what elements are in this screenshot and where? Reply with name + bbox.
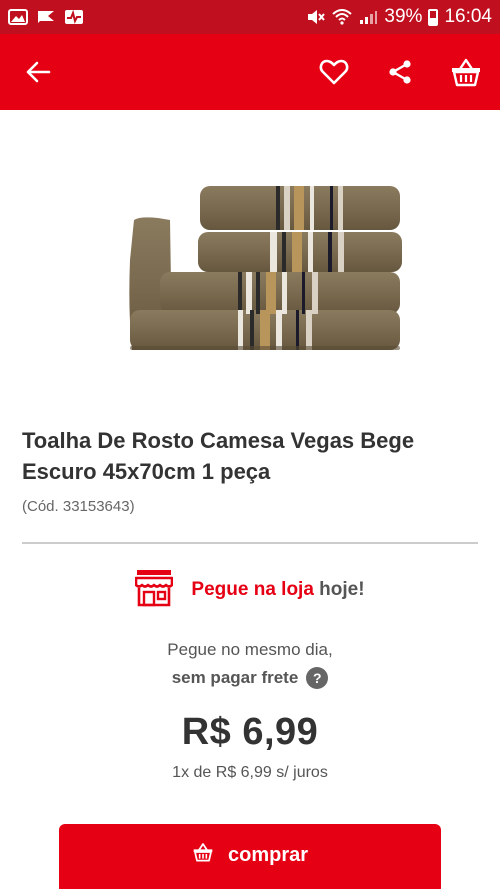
battery-icon bbox=[428, 8, 439, 26]
mute-icon bbox=[306, 9, 326, 25]
pickup-highlight[interactable]: Pegue na loja bbox=[191, 579, 313, 600]
status-bar-system: 39% 16:04 bbox=[306, 6, 492, 28]
activity-notification-icon bbox=[64, 9, 84, 25]
app-bar bbox=[0, 34, 500, 110]
heart-icon[interactable] bbox=[316, 54, 352, 90]
divider bbox=[22, 542, 478, 544]
gallery-notification-icon bbox=[8, 9, 28, 25]
basket-icon bbox=[192, 842, 214, 868]
price: R$ 6,99 bbox=[181, 711, 319, 753]
product-image[interactable] bbox=[110, 160, 410, 395]
store-icon bbox=[135, 568, 174, 613]
product-code: (Cód. 33153643) bbox=[22, 498, 135, 515]
pickup-text: Pegue na loja hoje! bbox=[191, 579, 364, 601]
same-day-line2: sem pagar frete bbox=[171, 668, 299, 687]
buy-button-label: comprar bbox=[227, 843, 309, 866]
store-pickup-banner: Pegue na loja hoje! bbox=[0, 560, 500, 620]
status-bar-notifications bbox=[8, 9, 84, 25]
back-arrow-icon[interactable] bbox=[20, 54, 56, 90]
installments: 1x de R$ 6,99 s/ juros bbox=[172, 764, 328, 781]
status-bar: 39% 16:04 bbox=[0, 0, 500, 34]
battery-percent: 39% bbox=[384, 6, 423, 27]
signal-icon bbox=[358, 9, 378, 25]
same-day-line1: Pegue no mesmo dia, bbox=[167, 640, 333, 659]
pickup-suffix: hoje! bbox=[313, 579, 365, 600]
wifi-icon bbox=[332, 9, 353, 25]
same-day-info: Pegue no mesmo dia, sem pagar frete ? bbox=[0, 636, 500, 692]
product-title: Toalha De Rosto Camesa Vegas Bege Escuro… bbox=[22, 428, 415, 484]
buy-button[interactable]: comprar bbox=[59, 824, 441, 889]
basket-icon[interactable] bbox=[448, 54, 484, 90]
share-icon[interactable] bbox=[382, 54, 418, 90]
same-day-line2-row: sem pagar frete ? bbox=[172, 664, 329, 692]
help-icon[interactable]: ? bbox=[306, 667, 329, 689]
flag-notification-icon bbox=[36, 9, 56, 25]
clock: 16:04 bbox=[444, 6, 492, 27]
